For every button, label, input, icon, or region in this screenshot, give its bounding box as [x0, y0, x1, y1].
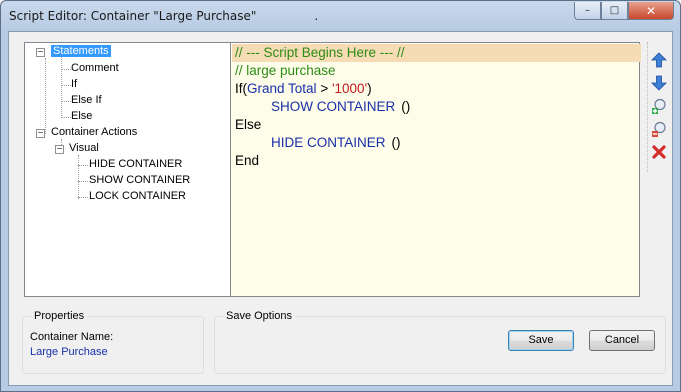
- show-container-action: SHOW CONTAINER: [271, 99, 396, 114]
- delete-icon[interactable]: [651, 144, 667, 160]
- script-line-3[interactable]: If(Grand Total > '1000'): [235, 80, 372, 98]
- container-name-label: Container Name:: [30, 331, 114, 343]
- tree-item-visual[interactable]: Visual: [69, 141, 99, 156]
- dialog-body: − Statements Comment If Else If Else − C…: [8, 31, 673, 386]
- operator: >: [316, 81, 332, 96]
- parens: (): [391, 135, 401, 150]
- tree-guide: [45, 58, 46, 134]
- script-editor-window: Script Editor: Container "Large Purchase…: [0, 0, 681, 392]
- tree-guide: [78, 181, 88, 182]
- tree-guide: [61, 117, 71, 118]
- maximize-button[interactable]: □: [601, 2, 628, 20]
- save-options-group: Save Options Save Cancel: [214, 310, 666, 374]
- properties-group: Properties Container Name: Large Purchas…: [22, 310, 204, 374]
- if-keyword: If: [235, 81, 243, 96]
- tree-guide: [61, 57, 62, 118]
- tree-guide: [61, 85, 71, 86]
- script-line-2[interactable]: // large purchase: [235, 62, 336, 80]
- tree-guide: [78, 165, 88, 166]
- statement-tree[interactable]: − Statements Comment If Else If Else − C…: [24, 42, 234, 297]
- collapse-icon[interactable]: −: [55, 145, 64, 154]
- minimize-button[interactable]: –: [574, 2, 601, 20]
- zoom-out-icon[interactable]: [651, 121, 667, 137]
- arrow-down-icon[interactable]: [651, 75, 667, 91]
- value-literal: '1000': [331, 81, 368, 96]
- script-editor[interactable]: // --- Script Begins Here --- // // larg…: [230, 42, 641, 297]
- tree-guide: [78, 155, 79, 199]
- script-line-6[interactable]: HIDE CONTAINER (): [271, 134, 401, 152]
- close-button[interactable]: ✕: [628, 2, 674, 20]
- tree-item-statements[interactable]: Statements: [51, 44, 111, 59]
- container-name-value: Large Purchase: [30, 346, 108, 358]
- save-options-title: Save Options: [223, 310, 296, 322]
- tree-item-if[interactable]: If: [71, 77, 77, 92]
- tree-item-hide-container[interactable]: HIDE CONTAINER: [89, 157, 182, 172]
- paren-close: ): [367, 81, 372, 96]
- script-line-1[interactable]: // --- Script Begins Here --- //: [232, 44, 641, 62]
- script-line-5[interactable]: Else: [235, 116, 261, 134]
- script-toolbar: [647, 42, 670, 172]
- script-line-4[interactable]: SHOW CONTAINER (): [271, 98, 410, 116]
- tree-item-else[interactable]: Else: [71, 109, 92, 124]
- tree-guide: [78, 197, 88, 198]
- tree-item-comment[interactable]: Comment: [71, 61, 119, 76]
- window-controls: – □ ✕: [574, 2, 674, 20]
- tree-item-container-actions[interactable]: Container Actions: [51, 125, 137, 140]
- tree-item-show-container[interactable]: SHOW CONTAINER: [89, 173, 190, 188]
- collapse-icon[interactable]: −: [36, 48, 45, 57]
- properties-title: Properties: [31, 310, 88, 322]
- save-button[interactable]: Save: [508, 330, 574, 351]
- hide-container-action: HIDE CONTAINER: [271, 135, 386, 150]
- tree-item-else-if[interactable]: Else If: [71, 93, 102, 108]
- zoom-in-icon[interactable]: [651, 98, 667, 114]
- tree-guide: [61, 101, 71, 102]
- title-bar[interactable]: Script Editor: Container "Large Purchase…: [1, 1, 680, 31]
- field-grand-total: Grand Total: [247, 81, 317, 96]
- script-line-7[interactable]: End: [235, 152, 259, 170]
- arrow-up-icon[interactable]: [651, 52, 667, 68]
- tree-item-lock-container[interactable]: LOCK CONTAINER: [89, 189, 186, 204]
- window-title: Script Editor: Container "Large Purchase…: [9, 9, 319, 23]
- tree-guide: [61, 69, 71, 70]
- collapse-icon[interactable]: −: [36, 129, 45, 138]
- parens: (): [401, 99, 411, 114]
- cancel-button[interactable]: Cancel: [589, 330, 655, 351]
